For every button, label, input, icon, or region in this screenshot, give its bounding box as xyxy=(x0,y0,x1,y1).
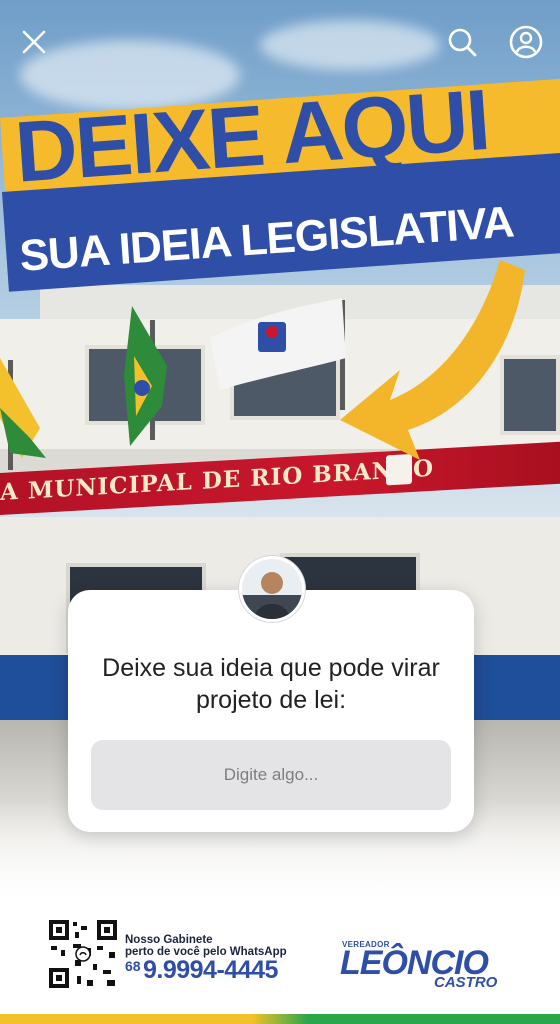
cloud xyxy=(260,20,440,70)
phone-area-code: 68 xyxy=(125,958,141,974)
story-view: A MUNICIPAL DE RIO BRANCO DEIXE AQUI SUA… xyxy=(0,0,560,1024)
close-icon xyxy=(22,30,46,54)
search-icon xyxy=(448,28,477,57)
footer-tagline: Nosso Gabinete xyxy=(125,934,213,946)
profile-button[interactable] xyxy=(506,22,546,62)
question-sticker: Deixe sua ideia que pode virar projeto d… xyxy=(68,590,474,832)
brazil-flag xyxy=(124,306,167,446)
logo-surname: CASTRO xyxy=(434,974,498,991)
question-prompt: Deixe sua ideia que pode virar projeto d… xyxy=(102,654,440,714)
arrow-icon xyxy=(340,260,525,460)
bottom-stripe xyxy=(0,1014,560,1024)
qr-code[interactable] xyxy=(47,918,119,990)
close-button[interactable] xyxy=(14,22,54,62)
phone-number[interactable]: 9.9994-4445 xyxy=(143,956,278,985)
acre-flag xyxy=(0,358,46,458)
avatar-photo xyxy=(242,559,302,619)
avatar xyxy=(239,556,305,622)
answer-input[interactable] xyxy=(91,740,451,810)
city-flag xyxy=(210,298,346,390)
user-circle-icon xyxy=(509,25,543,59)
search-button[interactable] xyxy=(442,22,482,62)
